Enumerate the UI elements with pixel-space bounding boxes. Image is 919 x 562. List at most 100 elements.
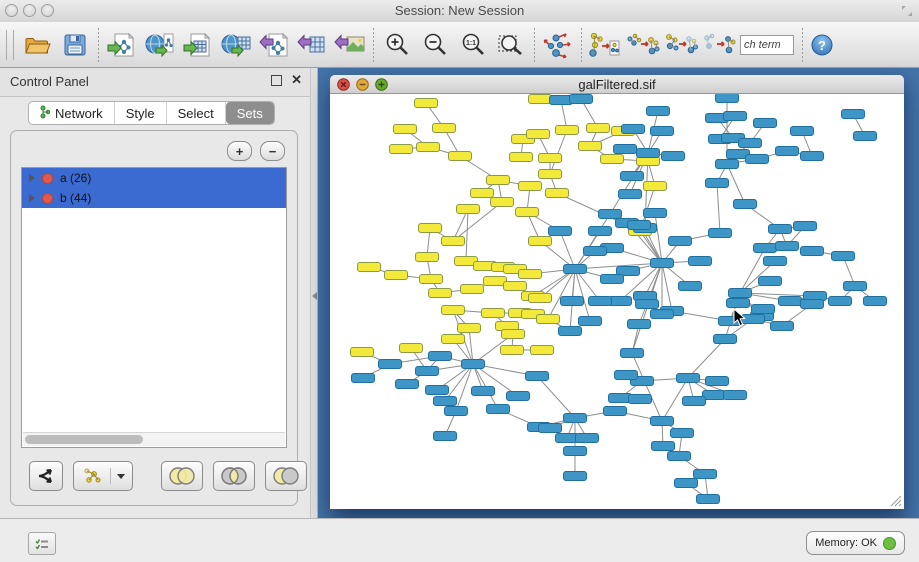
network-node[interactable] [358,263,381,272]
network-node[interactable] [589,297,612,306]
network-node[interactable] [564,265,587,274]
network-node[interactable] [419,224,442,233]
network-window-minimize-icon[interactable] [356,78,369,91]
network-node[interactable] [769,225,792,234]
network-node[interactable] [417,143,440,152]
network-node[interactable] [727,299,750,308]
task-history-button[interactable] [28,532,56,555]
network-node[interactable] [462,360,485,369]
network-window-close-icon[interactable] [337,78,350,91]
network-node[interactable] [754,119,777,128]
network-node[interactable] [519,270,542,279]
network-node[interactable] [637,149,660,158]
remove-set-button[interactable]: − [260,141,285,161]
intersect-networks-button[interactable] [662,26,700,64]
network-edge[interactable] [537,376,575,418]
network-node[interactable] [502,330,525,339]
network-node[interactable] [429,352,452,361]
network-node[interactable] [779,297,802,306]
network-node[interactable] [662,152,685,161]
network-node[interactable] [694,470,717,479]
network-node[interactable] [776,242,799,251]
network-node[interactable] [675,479,698,488]
set-row[interactable]: b (44) [22,188,286,208]
network-edge[interactable] [456,364,473,411]
network-node[interactable] [434,397,457,406]
network-node[interactable] [864,297,887,306]
network-node[interactable] [420,275,443,284]
network-node[interactable] [584,247,607,256]
network-node[interactable] [671,429,694,438]
network-node[interactable] [652,442,675,451]
network-node[interactable] [619,190,642,199]
network-node[interactable] [491,198,514,207]
network-node[interactable] [531,346,554,355]
network-edge[interactable] [550,130,567,174]
network-node[interactable] [724,391,747,400]
tab-network[interactable]: Network [29,102,115,124]
network-node[interactable] [579,317,602,326]
network-node[interactable] [647,107,670,116]
network-node[interactable] [482,309,505,318]
network-edge[interactable] [548,269,575,319]
difference-networks-button[interactable] [700,26,738,64]
toolbar-drag-handle[interactable] [6,30,14,60]
network-node[interactable] [734,200,757,209]
network-node[interactable] [461,285,484,294]
network-node[interactable] [794,222,817,231]
create-set-from-network-button[interactable] [73,461,133,491]
network-node[interactable] [791,127,814,136]
network-node[interactable] [449,152,472,161]
network-node[interactable] [433,124,456,133]
network-node[interactable] [651,259,674,268]
network-window-titlebar[interactable]: galFiltered.sif [330,75,904,94]
network-node[interactable] [516,208,539,217]
network-node[interactable] [434,432,457,441]
network-node[interactable] [601,155,624,164]
export-network-button[interactable] [255,26,293,64]
network-node[interactable] [501,346,524,355]
help-button[interactable]: ? [807,26,837,64]
network-node[interactable] [706,377,729,386]
import-table-file-button[interactable] [179,26,217,64]
network-node[interactable] [801,300,824,309]
network-node[interactable] [615,371,638,380]
network-node[interactable] [526,372,549,381]
split-sets-button[interactable] [29,461,63,491]
network-node[interactable] [604,407,627,416]
network-node[interactable] [601,275,624,284]
close-panel-icon[interactable]: ✕ [291,72,302,88]
network-node[interactable] [529,237,552,246]
search-input[interactable] [740,35,794,55]
network-node[interactable] [729,289,752,298]
network-node[interactable] [844,282,867,291]
network-node[interactable] [764,257,787,266]
expander-icon[interactable] [29,174,35,182]
set-row[interactable]: a (26) [22,168,286,188]
network-node[interactable] [457,205,480,214]
network-node[interactable] [589,227,612,236]
network-node[interactable] [628,320,651,329]
network-node[interactable] [416,367,439,376]
network-edge[interactable] [575,214,610,269]
network-node[interactable] [776,147,799,156]
network-node[interactable] [559,327,582,336]
network-edge[interactable] [727,164,745,204]
network-node[interactable] [579,142,602,151]
union-networks-button[interactable] [624,26,662,64]
zoom-out-button[interactable] [416,26,454,64]
network-node[interactable] [400,344,423,353]
network-node[interactable] [724,112,747,121]
network-node[interactable] [746,155,769,164]
network-node[interactable] [719,317,742,326]
network-node[interactable] [689,257,712,266]
network-node[interactable] [651,417,674,426]
network-node[interactable] [677,374,700,383]
network-node[interactable] [429,289,452,298]
network-node[interactable] [416,253,439,262]
scrollbar-thumb[interactable] [25,435,143,444]
network-node[interactable] [829,297,852,306]
network-edge[interactable] [575,269,590,321]
union-sets-button[interactable] [161,461,203,491]
apply-layout-button[interactable] [539,26,577,64]
